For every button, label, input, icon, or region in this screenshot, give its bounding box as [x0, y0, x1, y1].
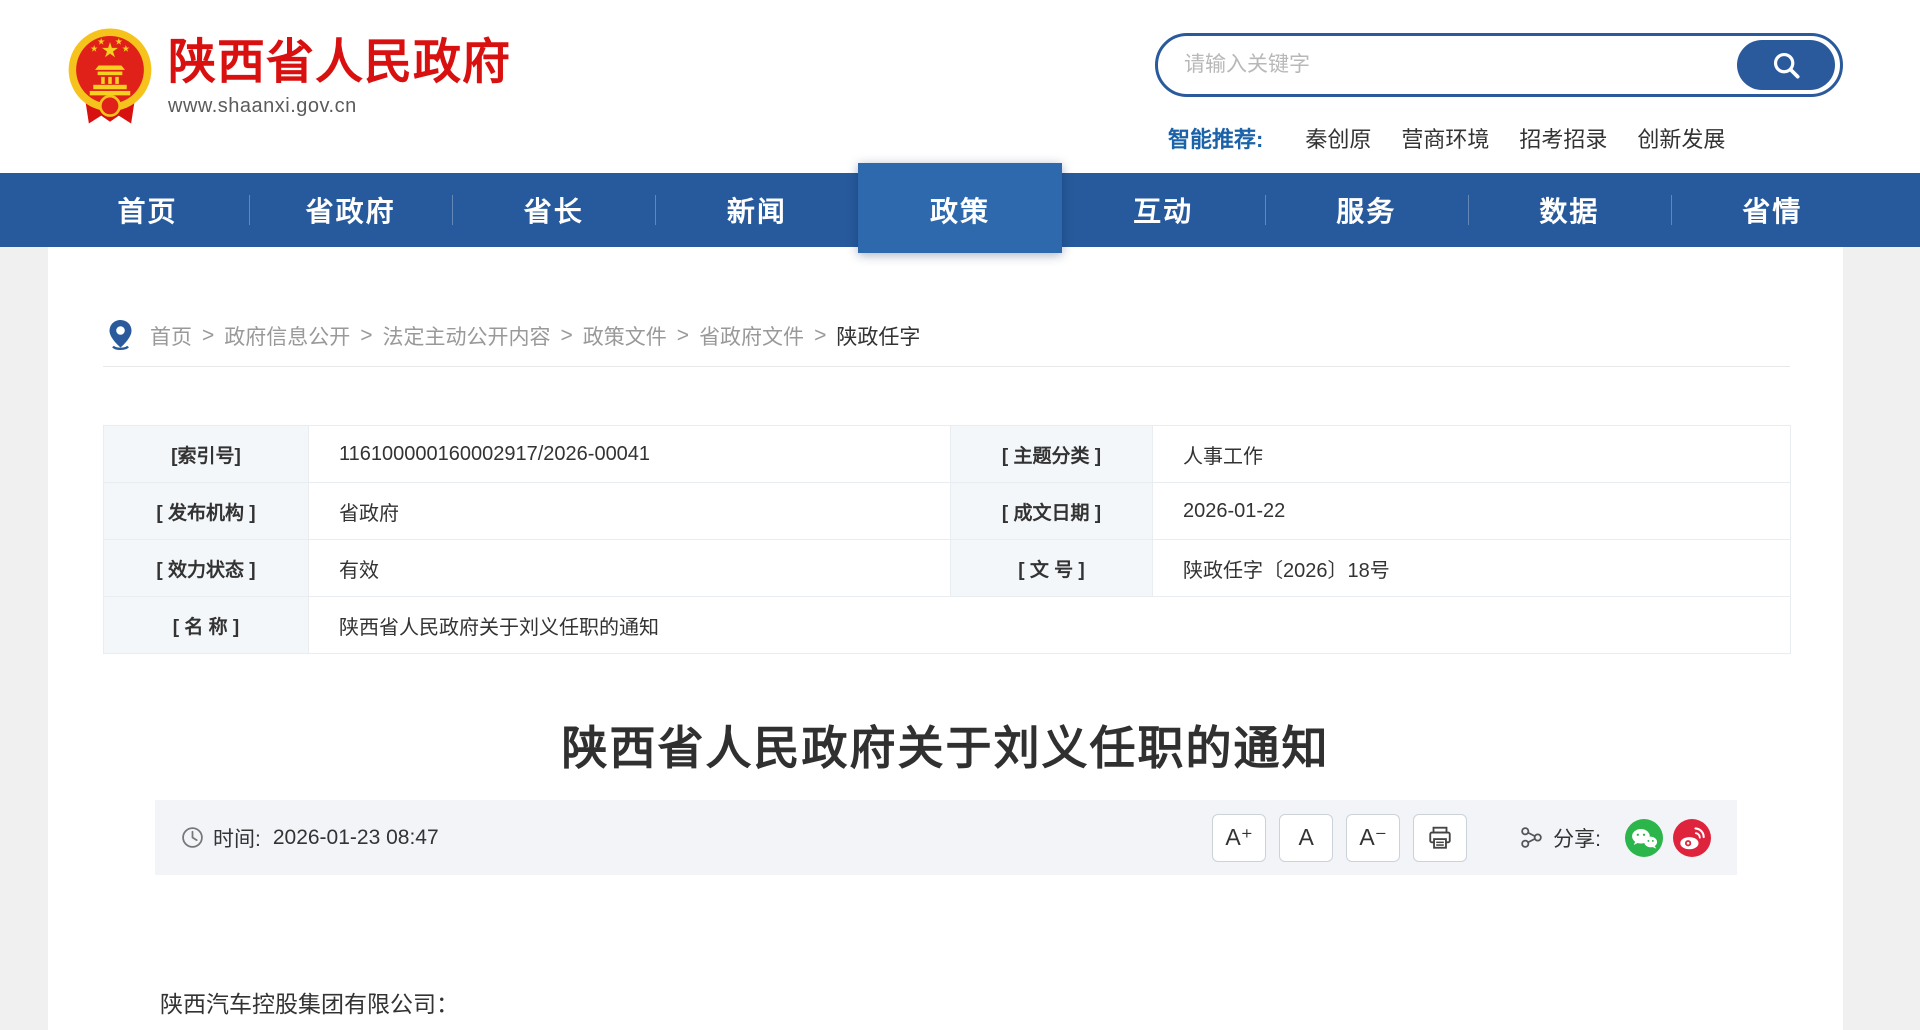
meta-value-title: 陕西省人民政府关于刘义任职的通知	[309, 597, 1791, 654]
meta-label-issuer: [ 发布机构 ]	[104, 483, 309, 540]
toolbar-buttons: A⁺ A A⁻	[1199, 814, 1711, 862]
recommend-link[interactable]: 招考招录	[1519, 122, 1607, 154]
breadcrumb-separator: >	[561, 324, 573, 348]
article-body-first-line: 陕西汽车控股集团有限公司：	[160, 985, 459, 1019]
nav-item-policy-active[interactable]: 政策	[858, 163, 1061, 253]
meta-label-title: [ 名 称 ]	[104, 597, 309, 654]
time-label: 时间:	[213, 823, 261, 853]
weibo-icon	[1678, 825, 1706, 851]
page: 陕西省人民政府 www.shaanxi.gov.cn 智能推荐: 秦创原 营商环…	[0, 0, 1920, 1030]
breadcrumb-current: 陕政任字	[836, 321, 920, 351]
share-wechat-button[interactable]	[1625, 819, 1663, 857]
article-title: 陕西省人民政府关于刘义任职的通知	[48, 712, 1843, 778]
breadcrumb-divider	[103, 366, 1790, 367]
table-row: [ 名 称 ] 陕西省人民政府关于刘义任职的通知	[104, 597, 1791, 654]
site-name: 陕西省人民政府	[168, 38, 511, 88]
nav-item-home[interactable]: 首页	[46, 173, 249, 247]
font-increase-button[interactable]: A⁺	[1212, 814, 1266, 862]
national-emblem-icon	[66, 26, 154, 126]
smart-recommend: 智能推荐: 秦创原 营商环境 招考招录 创新发展	[1168, 122, 1755, 154]
share-nodes-icon	[1519, 825, 1544, 850]
site-logo[interactable]: 陕西省人民政府 www.shaanxi.gov.cn	[66, 26, 511, 126]
content-card: 首页 > 政府信息公开 > 法定主动公开内容 > 政策文件 > 省政府文件 > …	[48, 247, 1843, 1030]
meta-value-index-no: 116100000160002917/2026-00041	[309, 426, 951, 483]
meta-label-date: [ 成文日期 ]	[951, 483, 1153, 540]
nav-item-data[interactable]: 数据	[1468, 173, 1671, 247]
print-button[interactable]	[1413, 814, 1467, 862]
meta-value-issuer: 省政府	[309, 483, 951, 540]
main-area: 首页 > 政府信息公开 > 法定主动公开内容 > 政策文件 > 省政府文件 > …	[0, 247, 1920, 1030]
breadcrumb-separator: >	[814, 324, 826, 348]
recommend-link[interactable]: 营商环境	[1401, 122, 1489, 154]
meta-label-doc-no: [ 文 号 ]	[951, 540, 1153, 597]
publish-time: 时间: 2026-01-23 08:47	[181, 823, 439, 853]
nav-item-provincial-government[interactable]: 省政府	[249, 173, 452, 247]
main-nav: 首页 省政府 省长 新闻 政策 互动 服务 数据 省情	[0, 173, 1920, 247]
table-row: [索引号] 116100000160002917/2026-00041 [ 主题…	[104, 426, 1791, 483]
breadcrumb-policy-docs[interactable]: 政策文件	[583, 321, 667, 351]
location-pin-icon	[107, 319, 134, 352]
recommend-link[interactable]: 秦创原	[1305, 122, 1371, 154]
nav-item-interaction[interactable]: 互动	[1062, 173, 1265, 247]
search-icon	[1770, 49, 1802, 81]
document-meta-table: [索引号] 116100000160002917/2026-00041 [ 主题…	[103, 425, 1791, 654]
nav-item-news[interactable]: 新闻	[655, 173, 858, 247]
recommend-link[interactable]: 创新发展	[1637, 122, 1725, 154]
breadcrumb-separator: >	[360, 324, 372, 348]
clock-icon	[181, 826, 204, 849]
meta-value-doc-no: 陕政任字〔2026〕18号	[1153, 540, 1791, 597]
nav-item-services[interactable]: 服务	[1265, 173, 1468, 247]
share-weibo-button[interactable]	[1673, 819, 1711, 857]
table-row: [ 发布机构 ] 省政府 [ 成文日期 ] 2026-01-22	[104, 483, 1791, 540]
recommend-label: 智能推荐:	[1168, 122, 1263, 154]
breadcrumb-home[interactable]: 首页	[150, 321, 192, 351]
meta-label-index-no: [索引号]	[104, 426, 309, 483]
meta-label-validity: [ 效力状态 ]	[104, 540, 309, 597]
meta-value-date: 2026-01-22	[1153, 483, 1791, 540]
wechat-icon	[1629, 825, 1659, 851]
table-row: [ 效力状态 ] 有效 [ 文 号 ] 陕政任字〔2026〕18号	[104, 540, 1791, 597]
breadcrumb-provincial-docs[interactable]: 省政府文件	[699, 321, 804, 351]
breadcrumb-separator: >	[677, 324, 689, 348]
meta-label-topic: [ 主题分类 ]	[951, 426, 1153, 483]
share-label: 分享:	[1553, 823, 1601, 853]
share-group: 分享:	[1519, 819, 1711, 857]
breadcrumb-separator: >	[202, 324, 214, 348]
nav-item-province-profile[interactable]: 省情	[1671, 173, 1874, 247]
nav-item-governor[interactable]: 省长	[452, 173, 655, 247]
search-button[interactable]	[1737, 40, 1835, 90]
meta-value-topic: 人事工作	[1153, 426, 1791, 483]
font-decrease-button[interactable]: A⁻	[1346, 814, 1400, 862]
breadcrumb-gov-info[interactable]: 政府信息公开	[224, 321, 350, 351]
time-value: 2026-01-23 08:47	[273, 826, 439, 850]
site-url: www.shaanxi.gov.cn	[168, 95, 511, 118]
article-toolbar: 时间: 2026-01-23 08:47 A⁺ A A⁻	[155, 800, 1737, 875]
font-default-button[interactable]: A	[1279, 814, 1333, 862]
header: 陕西省人民政府 www.shaanxi.gov.cn 智能推荐: 秦创原 营商环…	[0, 0, 1920, 173]
search-box	[1155, 33, 1843, 97]
printer-icon	[1427, 825, 1453, 851]
breadcrumb: 首页 > 政府信息公开 > 法定主动公开内容 > 政策文件 > 省政府文件 > …	[107, 319, 920, 352]
search-input[interactable]	[1184, 39, 1704, 91]
meta-value-validity: 有效	[309, 540, 951, 597]
breadcrumb-open-content[interactable]: 法定主动公开内容	[383, 321, 551, 351]
